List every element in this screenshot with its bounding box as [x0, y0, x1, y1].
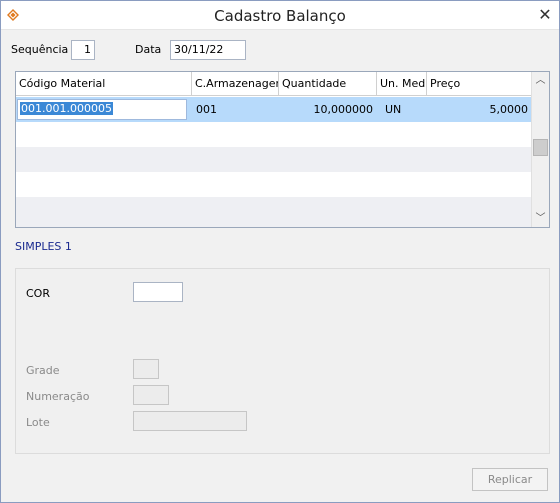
replicar-button[interactable]: Replicar [472, 468, 548, 491]
sequencia-label: Sequência [11, 43, 69, 56]
grid-header: Código Material C.Armazenagem Quantidade… [16, 72, 532, 96]
table-row[interactable]: 001.001.000005 001 10,000000 UN 5,0000 [16, 97, 532, 122]
unidade-cell[interactable]: UN [381, 97, 427, 122]
scroll-up-arrow-icon[interactable]: ︿ [532, 72, 549, 89]
data-field[interactable]: 30/11/22 [170, 40, 246, 60]
cadastro-balanco-window: Cadastro Balanço ✕ Sequência 1 Data 30/1… [0, 0, 560, 503]
numeracao-field[interactable] [133, 385, 169, 405]
detail-panel: COR Grade Numeração Lote [15, 268, 550, 454]
section-title: SIMPLES 1 [15, 240, 72, 253]
grid-vertical-scrollbar[interactable]: ︿ ﹀ [531, 72, 549, 227]
sequencia-field[interactable]: 1 [71, 40, 95, 60]
preco-cell[interactable]: 5,0000 [427, 97, 532, 122]
col-header-codigo-material[interactable]: Código Material [16, 72, 192, 96]
armazenagem-cell[interactable]: 001 [192, 97, 279, 122]
table-row[interactable] [16, 147, 532, 172]
table-row[interactable] [16, 122, 532, 147]
close-button[interactable]: ✕ [535, 5, 555, 25]
scroll-down-arrow-icon[interactable]: ﹀ [532, 210, 549, 227]
lote-label: Lote [26, 416, 50, 429]
col-header-armazenagem[interactable]: C.Armazenagem [192, 72, 279, 96]
col-header-quantidade[interactable]: Quantidade [279, 72, 377, 96]
table-row[interactable] [16, 172, 532, 197]
quantidade-cell[interactable]: 10,000000 [279, 97, 377, 122]
lote-field[interactable] [133, 411, 247, 431]
col-header-unidade[interactable]: Un. Med. [377, 72, 427, 96]
scroll-thumb[interactable] [533, 139, 548, 156]
numeracao-label: Numeração [26, 390, 90, 403]
table-row[interactable] [16, 197, 532, 227]
cor-label: COR [26, 287, 50, 300]
data-label: Data [135, 43, 162, 56]
title-bar: Cadastro Balanço ✕ [1, 1, 559, 30]
grade-field[interactable] [133, 359, 159, 379]
codigo-material-cell[interactable]: 001.001.000005 [17, 99, 187, 120]
grade-label: Grade [26, 364, 60, 377]
window-title: Cadastro Balanço [214, 7, 346, 25]
items-grid[interactable]: Código Material C.Armazenagem Quantidade… [15, 71, 550, 228]
col-header-preco[interactable]: Preço [427, 72, 532, 96]
cor-field[interactable] [133, 282, 183, 302]
